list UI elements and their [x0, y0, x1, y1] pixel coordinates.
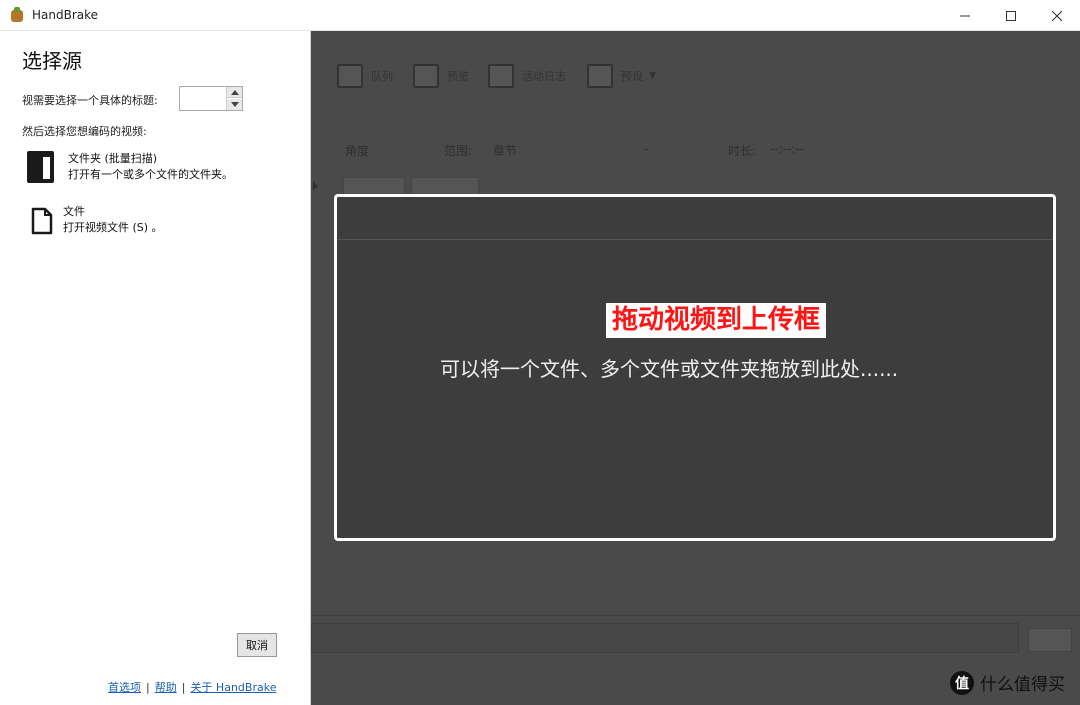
folder-icon: [27, 151, 54, 183]
toolbar-activity-log-label: 活动日志: [522, 70, 566, 83]
help-link[interactable]: 帮助: [155, 679, 177, 695]
range-label: 范围:: [444, 144, 473, 158]
folder-option-description: 打开有一个或多个文件的文件夹。: [68, 168, 233, 181]
watermark-logo-icon: 值: [950, 670, 974, 695]
minimize-icon: [960, 15, 970, 16]
range-value[interactable]: 章节: [493, 142, 517, 159]
toolbar-presets-label: 预设: [621, 70, 643, 83]
panel-footer-links: 首选项 | 帮助 | 关于 HandBrake: [108, 679, 276, 695]
handbrake-app-icon: [9, 7, 25, 23]
maximize-button[interactable]: [988, 0, 1034, 31]
title-select-label: 视需要选择一个具体的标题:: [22, 94, 158, 107]
chevron-down-icon: ▼: [649, 71, 656, 81]
cancel-button[interactable]: 取消: [237, 633, 277, 657]
toolbar: 队列 预览 活动日志 预设 ▼: [311, 31, 1080, 121]
drop-zone-text: 可以将一个文件、多个文件或文件夹拖放到此处......: [440, 357, 899, 381]
duration-value: --:--:--: [770, 142, 805, 156]
expand-arrow-icon: [313, 181, 318, 191]
toolbar-queue-label: 队列: [371, 70, 393, 83]
open-folder-option[interactable]: 文件夹 (批量扫描) 打开有一个或多个文件的文件夹。: [27, 151, 233, 183]
panel-title: 选择源: [22, 49, 82, 73]
presets-icon: [587, 64, 613, 88]
arrow-up-icon: [230, 89, 239, 95]
watermark-text: 什么值得买: [980, 675, 1065, 695]
link-separator: |: [146, 680, 150, 694]
file-option-description: 打开视频文件 (S) 。: [63, 221, 163, 234]
toolbar-activity-log[interactable]: 活动日志: [488, 64, 566, 88]
file-option-title: 文件: [63, 205, 85, 218]
angle-label: 角度: [345, 144, 370, 158]
close-icon: [1052, 10, 1062, 21]
toolbar-presets[interactable]: 预设 ▼: [587, 64, 656, 88]
toolbar-queue[interactable]: 队列: [337, 64, 393, 88]
toolbar-preview[interactable]: 预览: [413, 64, 469, 88]
open-file-option[interactable]: 文件 打开视频文件 (S) 。: [27, 204, 163, 236]
minimize-button[interactable]: [942, 0, 988, 31]
title-bar: HandBrake: [0, 0, 1080, 31]
about-handbrake-link[interactable]: 关于 HandBrake: [190, 679, 276, 695]
source-selection-panel: 选择源 视需要选择一个具体的标题: 然后选择您想编码的视频: 文件夹 (批量扫描…: [0, 31, 311, 705]
arrow-down-icon: [230, 102, 239, 107]
file-icon: [31, 207, 53, 235]
activity-log-icon: [488, 64, 514, 88]
stepper-down-button[interactable]: [227, 99, 242, 110]
range-dash: -: [644, 142, 649, 156]
drop-zone-annotation: 拖动视频到上传框: [606, 303, 827, 338]
link-separator: |: [181, 680, 186, 694]
watermark: 值 什么值得买: [950, 670, 1065, 695]
toolbar-preview-label: 预览: [447, 70, 469, 83]
destination-field: [311, 623, 1019, 653]
title-number-stepper[interactable]: [179, 86, 243, 111]
queue-icon: [337, 64, 363, 88]
close-button[interactable]: [1034, 0, 1080, 31]
source-info-row: 角度 范围: 章节 - 时长: --:--:--: [311, 142, 1080, 164]
preview-icon: [413, 64, 439, 88]
folder-option-title: 文件夹 (批量扫描): [68, 152, 158, 165]
maximize-icon: [1006, 10, 1016, 21]
duration-label: 时长:: [728, 144, 757, 158]
preferences-link[interactable]: 首选项: [108, 679, 141, 695]
window-title: HandBrake: [32, 8, 99, 22]
divider: [311, 615, 1080, 616]
stepper-up-button[interactable]: [227, 87, 242, 98]
browse-button: [1028, 628, 1072, 652]
video-select-label: 然后选择您想编码的视频:: [22, 125, 147, 138]
window-controls: [942, 0, 1080, 31]
